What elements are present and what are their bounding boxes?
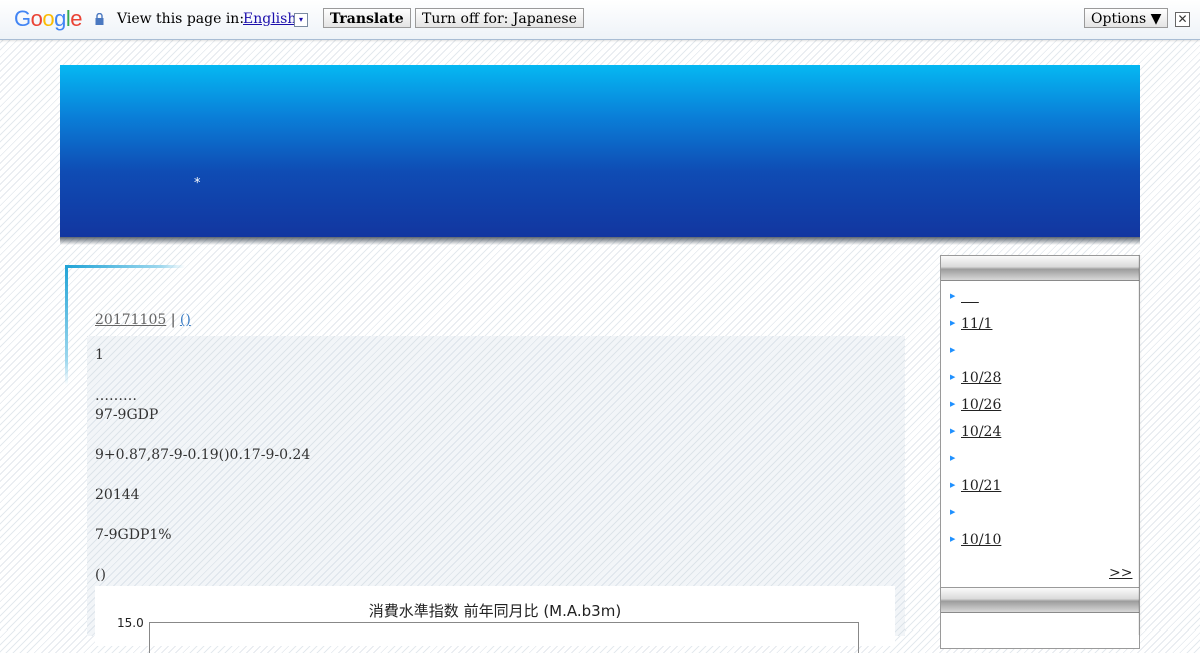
list-item: ▶ 10/21: [949, 478, 1001, 505]
header-mark: *: [194, 176, 201, 191]
entry-line: 9+0.87,87-9-0.19()0.17-9-0.24: [95, 447, 311, 463]
list-item: ▶: [949, 451, 1001, 478]
sidebar-link[interactable]: 10/26: [961, 397, 1001, 413]
entry-line: (): [95, 567, 106, 583]
entry-line: 97-9GDP: [95, 407, 159, 423]
close-icon[interactable]: ✕: [1175, 12, 1190, 27]
lock-icon: [95, 13, 104, 25]
sidebar-second-box: [940, 587, 1140, 649]
google-logo: Google: [14, 6, 83, 31]
turn-off-button[interactable]: Turn off for: Japanese: [415, 8, 584, 28]
language-link[interactable]: English: [243, 11, 296, 27]
list-item: ▶: [949, 505, 1001, 532]
bullet-icon: ▶: [950, 400, 956, 408]
sidebar-link[interactable]: 10/24: [961, 424, 1001, 440]
sidebar-header: [941, 256, 1139, 281]
translate-prompt: View this page in:: [117, 11, 245, 27]
sidebar-link[interactable]: 10/10: [961, 532, 1001, 548]
list-item: ▶ 11/1: [949, 316, 1001, 343]
bullet-icon: ▶: [950, 454, 956, 462]
list-item: ▶ 10/10: [949, 532, 1001, 559]
sidebar-list: ▶ ▶ 11/1 ▶ ▶ 10/28 ▶ 10/26 ▶ 10/24 ▶ ▶ 10/21 …: [949, 289, 1001, 559]
options-button[interactable]: Options ▼: [1084, 8, 1169, 28]
sidebar-header: [941, 588, 1139, 613]
list-item: ▶ 10/26: [949, 397, 1001, 424]
entry-line: 7-9GDP1%: [95, 527, 172, 543]
sidebar-recent-entries: ▶ ▶ 11/1 ▶ ▶ 10/28 ▶ 10/26 ▶ 10/24 ▶ ▶ 10/21 …: [940, 255, 1140, 589]
entry-line: 20144: [95, 487, 140, 503]
bullet-icon: ▶: [950, 346, 956, 354]
entry-date-link[interactable]: 20171105: [95, 312, 166, 328]
entry-chart-image: 消費水準指数 前年同月比 (M.A.b3m) 15.0: [95, 586, 895, 653]
list-item: ▶ 10/24: [949, 424, 1001, 451]
chart-title: 消費水準指数 前年同月比 (M.A.b3m): [368, 602, 622, 620]
sidebar-link[interactable]: [961, 289, 979, 305]
bullet-icon: ▶: [950, 481, 956, 489]
bullet-icon: ▶: [950, 292, 956, 300]
entry-category-link[interactable]: (): [180, 312, 191, 328]
list-item: ▶ 10/28: [949, 370, 1001, 397]
bullet-icon: ▶: [950, 373, 956, 381]
sidebar-more-link[interactable]: >>: [1109, 565, 1132, 581]
entry-line: ………: [95, 388, 137, 404]
entry-corner-left: [65, 265, 68, 385]
entry-corner-top: [65, 265, 185, 268]
meta-separator: |: [170, 312, 176, 328]
language-dropdown-icon[interactable]: ▾: [294, 13, 308, 27]
list-item: ▶: [949, 289, 1001, 316]
bullet-icon: ▶: [950, 319, 956, 327]
entry-meta: 20171105 | (): [95, 312, 191, 328]
header-shadow: [60, 237, 1140, 245]
blog-header: [60, 65, 1140, 237]
sidebar-shadow: [1138, 255, 1142, 635]
chart-frame: [149, 622, 859, 653]
sidebar-link[interactable]: 10/28: [961, 370, 1001, 386]
bullet-icon: ▶: [950, 535, 956, 543]
sidebar-link[interactable]: 10/21: [961, 478, 1001, 494]
translate-button[interactable]: Translate: [323, 8, 411, 28]
bullet-icon: ▶: [950, 427, 956, 435]
entry-line: 1: [95, 347, 104, 363]
translate-bar: Google View this page in: English ▾ Tran…: [0, 0, 1200, 40]
chart-y-tick: 15.0: [117, 616, 144, 630]
sidebar-link[interactable]: 11/1: [961, 316, 992, 332]
bullet-icon: ▶: [950, 508, 956, 516]
list-item: ▶: [949, 343, 1001, 370]
